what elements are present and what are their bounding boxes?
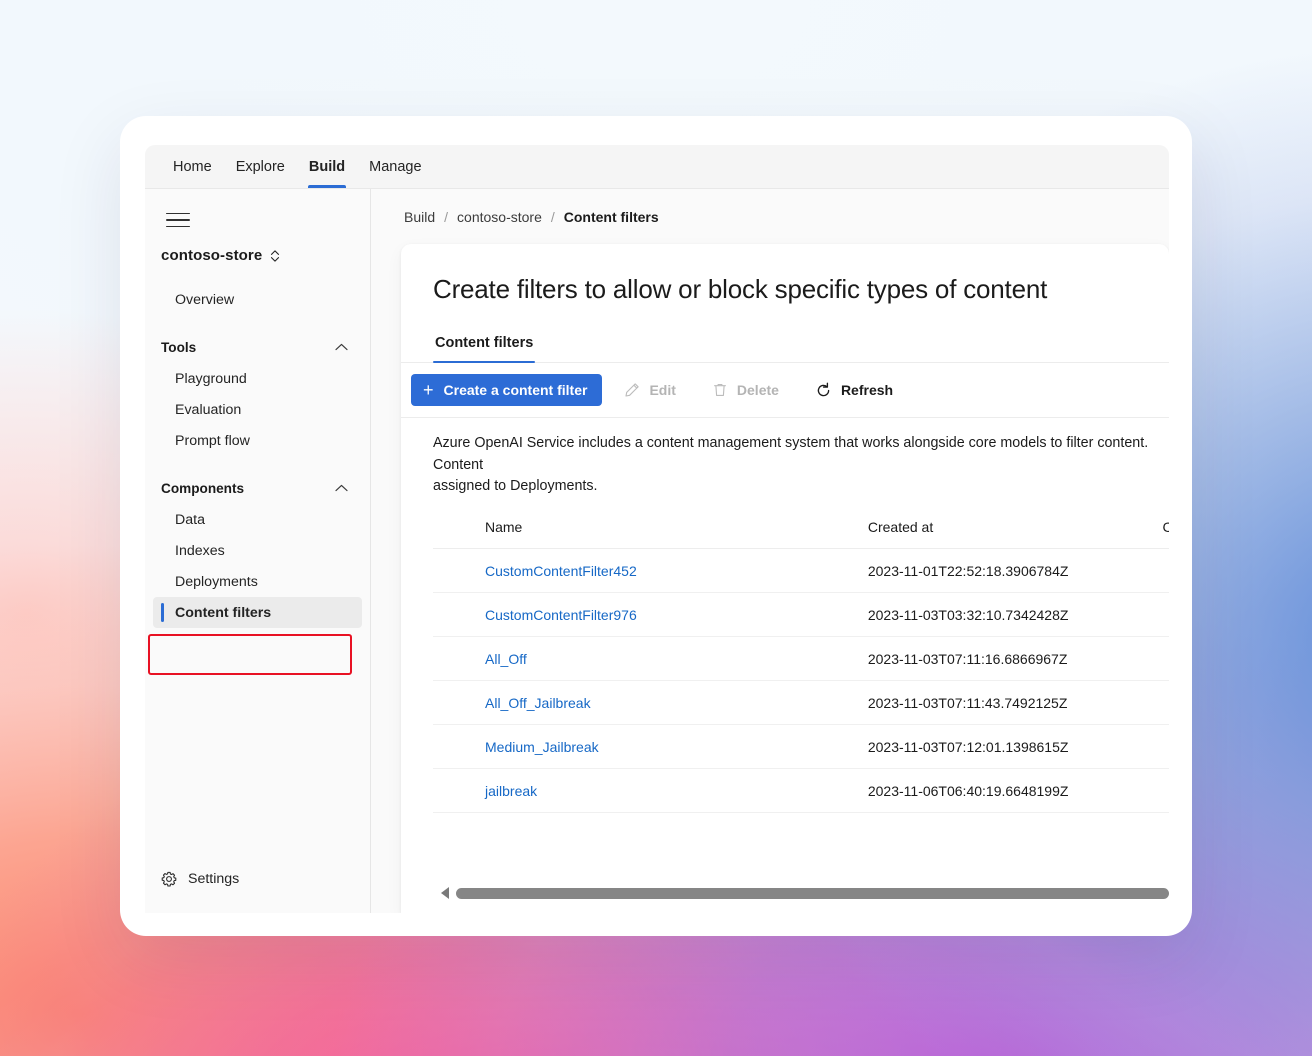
topnav-item-explore[interactable]: Explore [224, 145, 297, 188]
table-row[interactable]: Medium_Jailbreak 2023-11-03T07:12:01.139… [433, 724, 1169, 770]
table-row[interactable]: All_Off_Jailbreak 2023-11-03T07:11:43.74… [433, 680, 1169, 726]
refresh-label: Refresh [840, 382, 894, 398]
tab-strip: Content filters [401, 331, 1169, 363]
app-window: Home Explore Build Manage contoso-store [145, 145, 1169, 913]
filter-name-link[interactable]: CustomContentFilter452 [485, 563, 637, 579]
cell-created-at: 2023-11-03T03:32:10.7342428Z [867, 592, 1163, 638]
topnav-item-manage[interactable]: Manage [357, 145, 433, 188]
cell-created-by [1162, 548, 1169, 594]
cell-created-by [1162, 592, 1169, 638]
sidebar-item-prompt-flow[interactable]: Prompt flow [145, 425, 370, 456]
breadcrumb-item-content-filters: Content filters [563, 208, 659, 225]
breadcrumb-separator-1: / [444, 208, 449, 225]
breadcrumb-item-contoso-store[interactable]: contoso-store [457, 209, 542, 225]
gear-icon [161, 871, 177, 887]
cell-created-at: 2023-11-06T06:40:19.6648199Z [867, 768, 1163, 814]
table-head: Name Created at Created by [433, 519, 1169, 550]
column-header-created-at[interactable]: Created at [867, 519, 1163, 550]
horizontal-scrollbar[interactable] [433, 887, 1169, 913]
table-row[interactable]: CustomContentFilter976 2023-11-03T03:32:… [433, 592, 1169, 638]
cell-created-by [1162, 636, 1169, 682]
plus-icon: + [423, 380, 434, 400]
filter-name-link[interactable]: All_Off [485, 651, 527, 667]
hamburger-icon[interactable] [161, 207, 195, 233]
sidebar-item-playground[interactable]: Playground [145, 363, 370, 394]
table-row[interactable]: All_Off 2023-11-03T07:11:16.6866967Z [433, 636, 1169, 682]
scrollbar-track[interactable] [456, 887, 1169, 899]
sidebar-item-indexes[interactable]: Indexes [145, 535, 370, 566]
main-pane: Build / contoso-store / Content filters … [371, 189, 1169, 913]
breadcrumb: Build / contoso-store / Content filters [371, 189, 1169, 244]
topnav-item-build[interactable]: Build [297, 145, 357, 188]
tab-content-filters[interactable]: Content filters [433, 331, 536, 363]
column-header-name[interactable]: Name [433, 519, 868, 550]
sidebar: contoso-store Overview Tools Playground … [145, 189, 371, 913]
table-row[interactable]: jailbreak 2023-11-06T06:40:19.6648199Z [433, 768, 1169, 814]
refresh-button[interactable]: Refresh [801, 374, 907, 406]
cell-created-by [1162, 680, 1169, 726]
edit-button[interactable]: Edit [610, 374, 689, 406]
column-header-created-by[interactable]: Created by [1162, 519, 1169, 550]
cell-created-at: 2023-11-01T22:52:18.3906784Z [867, 548, 1163, 594]
command-toolbar: + Create a content filter Edit Delete Re… [401, 363, 1169, 418]
content-filters-table-wrapper: Name Created at Created by CustomContent… [433, 519, 1169, 913]
create-content-filter-button[interactable]: + Create a content filter [411, 374, 603, 406]
content-card: Create filters to allow or block specifi… [401, 244, 1169, 913]
cell-created-by [1162, 768, 1169, 814]
sidebar-item-content-filters[interactable]: Content filters [153, 597, 362, 628]
refresh-icon [815, 382, 832, 399]
description-text: Azure OpenAI Service includes a content … [433, 435, 1149, 495]
delete-label: Delete [736, 382, 779, 398]
breadcrumb-item-build[interactable]: Build [404, 209, 435, 225]
sidebar-item-evaluation[interactable]: Evaluation [145, 394, 370, 425]
content-filters-table: Name Created at Created by CustomContent… [433, 519, 1169, 814]
table-body: CustomContentFilter452 2023-11-01T22:52:… [433, 548, 1169, 814]
caret-left-icon[interactable] [441, 887, 449, 899]
sidebar-group-label-tools: Tools [161, 339, 197, 355]
table-row[interactable]: CustomContentFilter452 2023-11-01T22:52:… [433, 548, 1169, 594]
cell-created-at: 2023-11-03T07:11:43.7492125Z [867, 680, 1163, 726]
sidebar-item-deployments[interactable]: Deployments [145, 566, 370, 597]
filter-name-link[interactable]: Medium_Jailbreak [485, 739, 599, 755]
settings-label: Settings [188, 871, 240, 887]
cell-created-at: 2023-11-03T07:12:01.1398615Z [867, 724, 1163, 770]
sidebar-item-settings[interactable]: Settings [145, 859, 370, 899]
filter-name-link[interactable]: All_Off_Jailbreak [485, 695, 591, 711]
pencil-icon [624, 382, 640, 398]
topnav-item-home[interactable]: Home [161, 145, 224, 188]
project-switcher[interactable]: contoso-store [145, 243, 370, 264]
page-title: Create filters to allow or block specifi… [433, 274, 1048, 304]
sidebar-group-components[interactable]: Components [145, 472, 370, 504]
sidebar-group-label-components: Components [161, 480, 245, 496]
filter-name-link[interactable]: CustomContentFilter976 [485, 607, 637, 623]
chevron-up-down-icon [270, 249, 280, 263]
screenshot-root: Home Explore Build Manage contoso-store [0, 0, 1312, 1056]
window-body: contoso-store Overview Tools Playground … [145, 189, 1169, 913]
project-name: contoso-store [161, 247, 263, 264]
scrollbar-thumb[interactable] [456, 887, 1169, 899]
breadcrumb-separator-2: / [550, 208, 555, 225]
sidebar-item-overview[interactable]: Overview [145, 284, 370, 315]
chevron-up-icon-components [335, 484, 348, 492]
edit-label: Edit [649, 382, 676, 398]
table-header-row: Name Created at Created by [433, 519, 1169, 550]
delete-button[interactable]: Delete [698, 374, 793, 406]
create-content-filter-label: Create a content filter [443, 382, 588, 398]
chevron-up-icon-tools [335, 343, 348, 351]
filter-name-link[interactable]: jailbreak [485, 783, 537, 799]
cell-created-by [1162, 724, 1169, 770]
sidebar-item-data[interactable]: Data [145, 504, 370, 535]
cell-created-at: 2023-11-03T07:11:16.6866967Z [867, 636, 1163, 682]
sidebar-group-tools[interactable]: Tools [145, 331, 370, 363]
top-navigation: Home Explore Build Manage [145, 145, 1169, 189]
trash-icon [712, 382, 728, 398]
